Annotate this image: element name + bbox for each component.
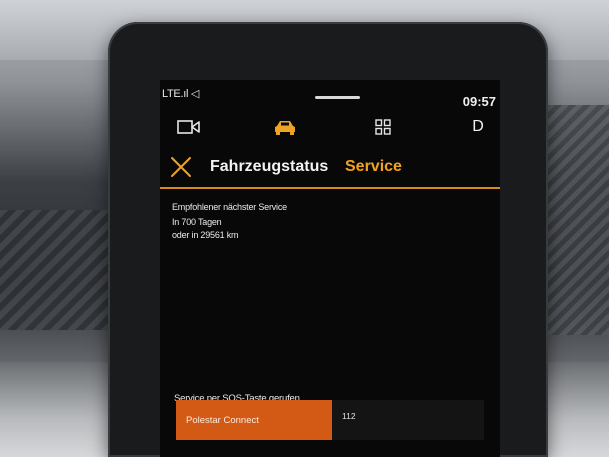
home-indicator[interactable] <box>315 96 360 99</box>
apps-grid-icon[interactable] <box>373 118 393 136</box>
air-vent-left <box>0 210 125 330</box>
header-divider <box>160 187 500 189</box>
car-icon[interactable] <box>272 118 298 136</box>
camera-icon[interactable] <box>176 118 202 136</box>
service-distance: oder in 29561 km <box>172 230 239 240</box>
network-status: LTE.ıl ◁ <box>162 88 200 100</box>
tab-service[interactable]: Service <box>345 158 402 176</box>
service-days: In 700 Tagen <box>172 217 222 227</box>
page-title: Fahrzeugstatus <box>210 158 329 175</box>
polestar-connect-button[interactable]: Polestar Connect <box>176 400 332 440</box>
infotainment-screen: LTE.ıl ◁ 09:57 D Fahrzeugstatus Service <box>160 80 500 457</box>
emergency-number: 112 <box>342 411 356 421</box>
close-icon[interactable] <box>170 156 192 178</box>
profile-button[interactable]: D <box>471 118 485 136</box>
clock: 09:57 <box>462 94 496 109</box>
recommended-service-label: Empfohlener nächster Service <box>172 202 287 212</box>
